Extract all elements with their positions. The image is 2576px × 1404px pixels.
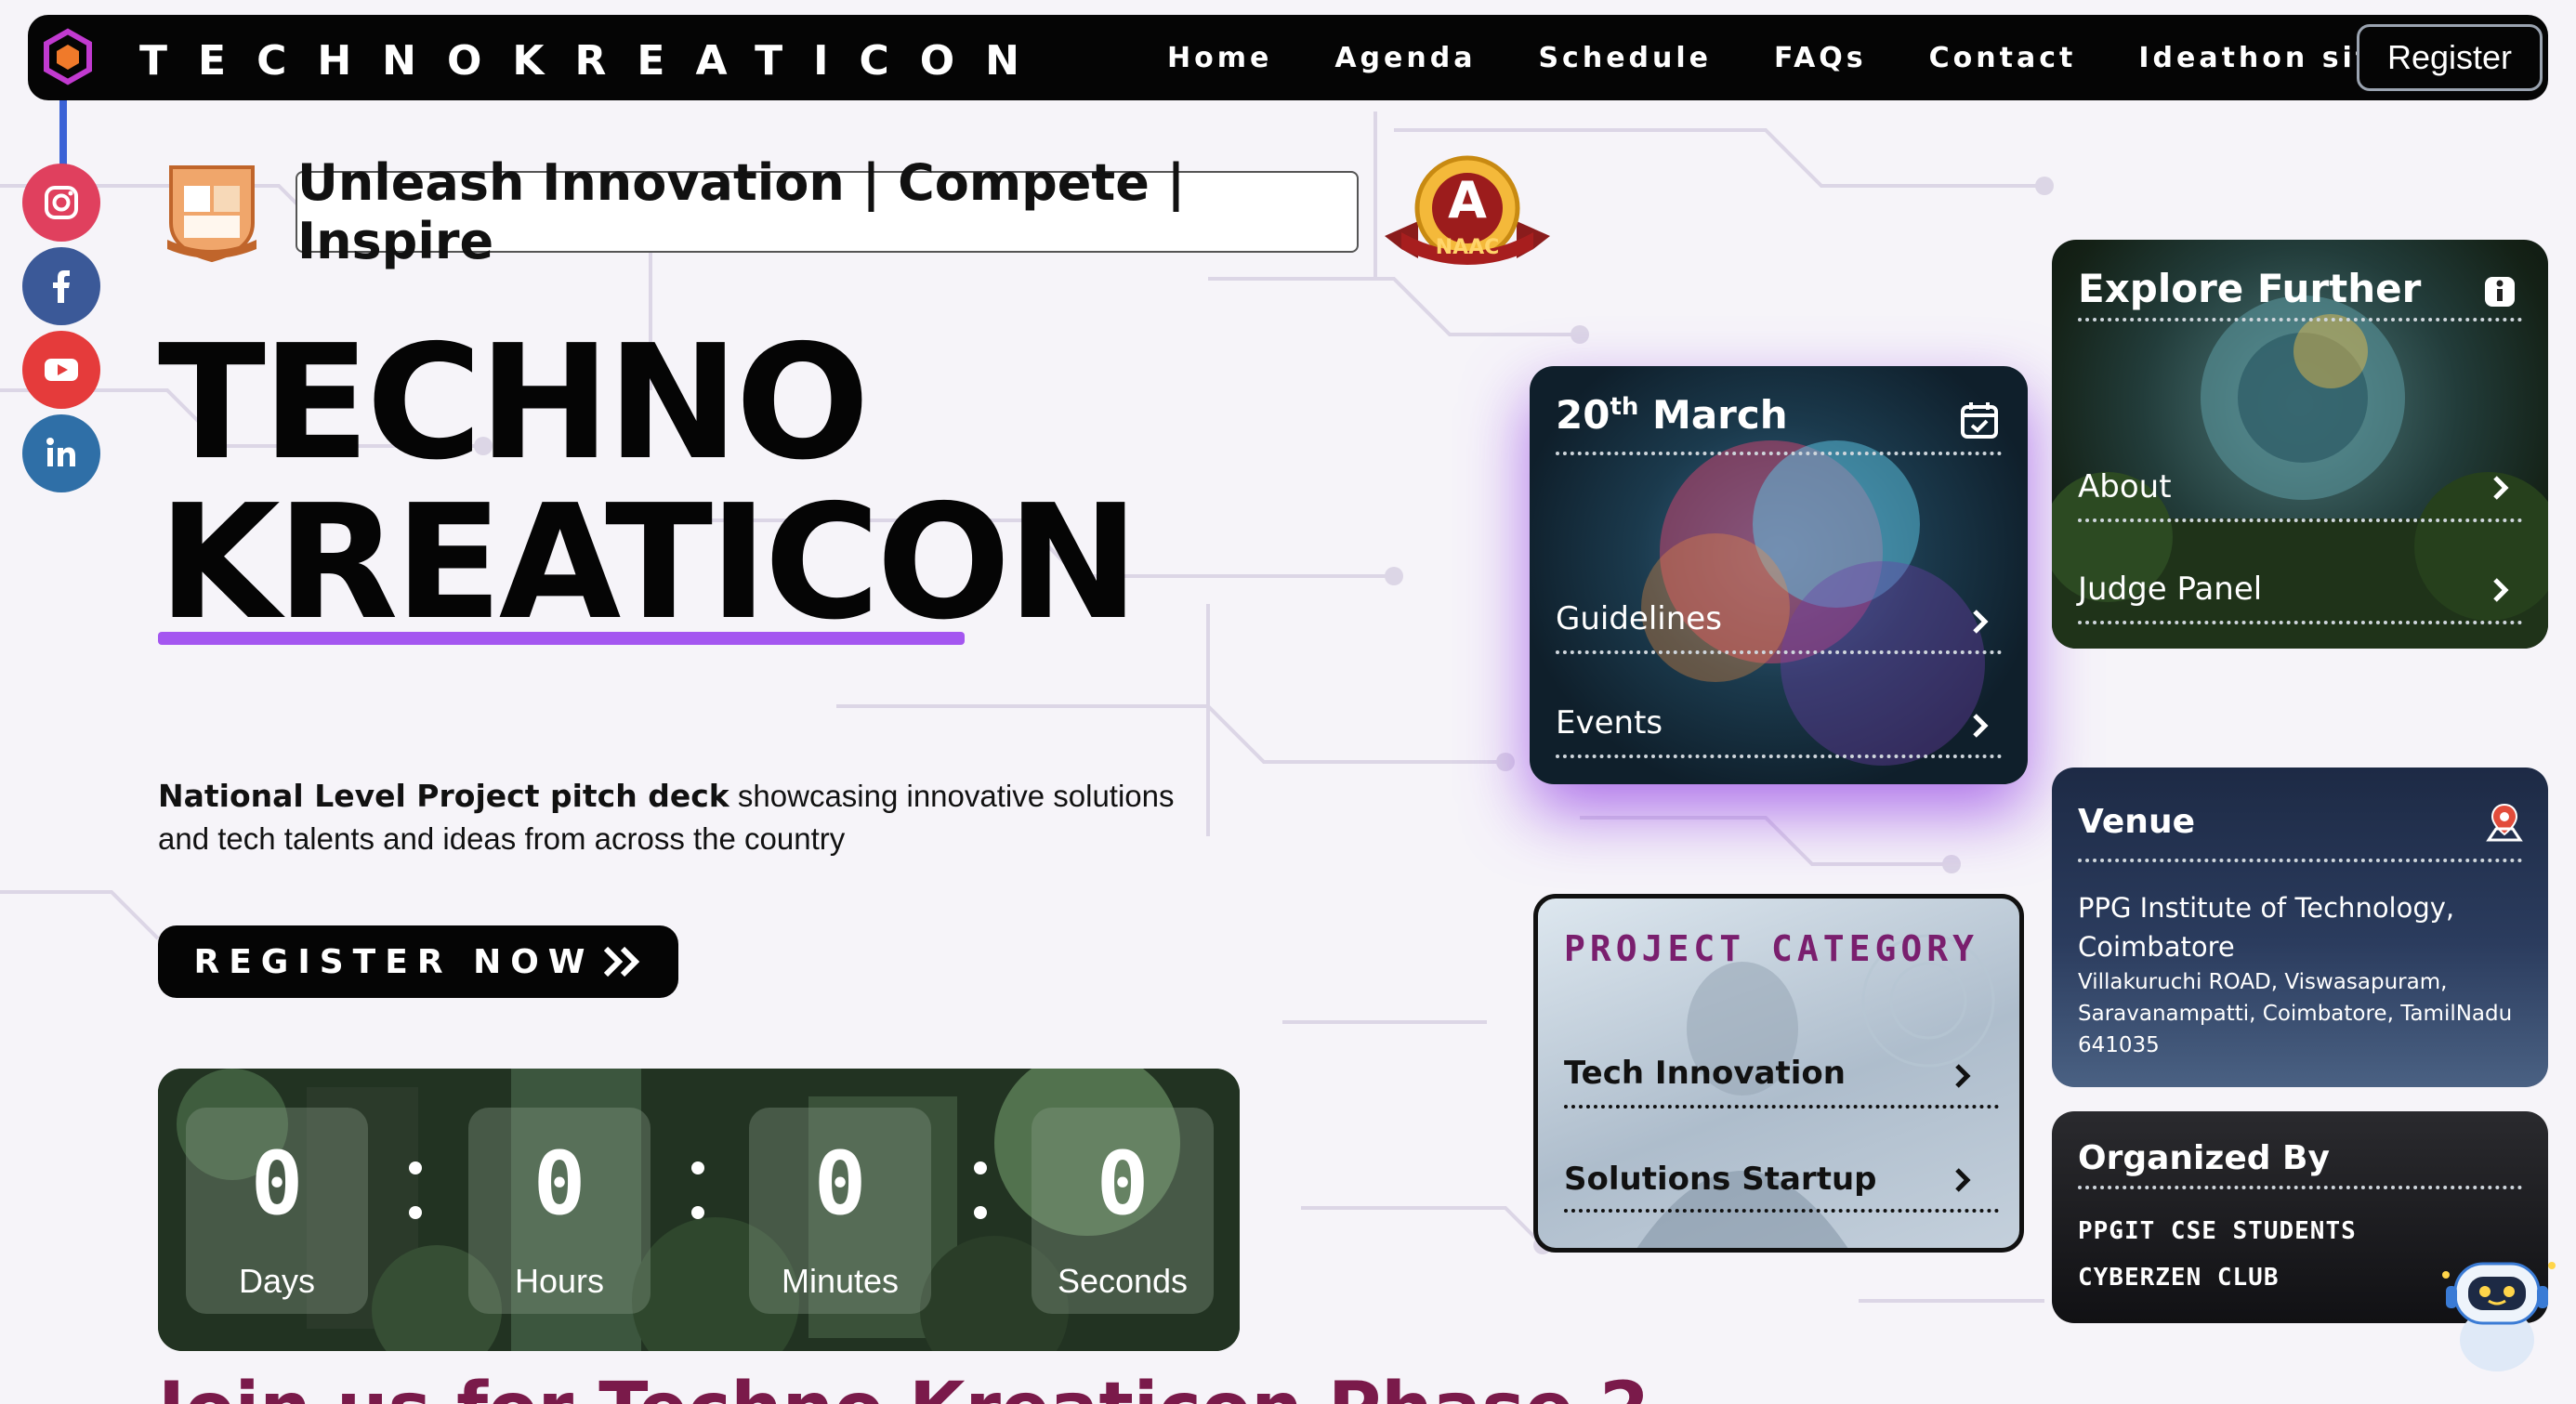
calendar-check-icon xyxy=(1961,402,1998,439)
linkedin-link[interactable] xyxy=(22,414,100,492)
solutions-startup-link[interactable]: Solutions Startup xyxy=(1564,1161,1877,1198)
chevron-right-icon[interactable] xyxy=(1966,712,1994,740)
tagline-banner: Unleash Innovation | Compete | Inspire xyxy=(296,153,1359,270)
divider xyxy=(1564,1209,1999,1213)
hero-underline xyxy=(158,632,965,645)
tech-innovation-link[interactable]: Tech Innovation xyxy=(1564,1055,1846,1092)
countdown-hours: 0 Hours xyxy=(468,1108,651,1314)
explore-further-card: Explore Further About Judge Panel xyxy=(2052,240,2548,649)
naac-badge: A NAAC xyxy=(1381,154,1554,269)
join-heading: Join us for Techno Kreaticon Phase 2 xyxy=(158,1368,1649,1404)
countdown-minutes-label: Minutes xyxy=(781,1262,900,1300)
event-date-card: 20th March Guidelines Events xyxy=(1530,366,2028,784)
youtube-link[interactable] xyxy=(22,331,100,409)
nav-schedule[interactable]: Schedule xyxy=(1538,42,1712,74)
facebook-icon xyxy=(53,270,70,303)
divider xyxy=(2078,1186,2522,1189)
nav-faqs[interactable]: FAQs xyxy=(1774,42,1867,74)
countdown-separator xyxy=(691,1154,706,1228)
organized-by-title: Organized By xyxy=(2078,1139,2330,1177)
chevron-right-icon[interactable] xyxy=(2487,576,2515,604)
divider xyxy=(2078,518,2522,522)
divider xyxy=(1556,452,2002,455)
divider xyxy=(1556,650,2002,654)
facebook-link[interactable] xyxy=(22,247,100,325)
linkedin-icon xyxy=(46,438,75,466)
hero-title-line1: TECHNO xyxy=(158,311,870,495)
map-pin-icon xyxy=(2486,803,2523,842)
events-link[interactable]: Events xyxy=(1556,704,1663,741)
hero-desc-rest: showcasing innovative solutions xyxy=(729,779,1175,813)
countdown-timer: 0 Days 0 Hours 0 Minutes 0 Seconds xyxy=(158,1069,1240,1351)
countdown-minutes-value: 0 xyxy=(813,1134,867,1235)
venue-title: Venue xyxy=(2078,803,2195,841)
event-date: 20th March xyxy=(1556,392,1788,438)
youtube-icon xyxy=(45,359,78,381)
organizer-line: PPGIT CSE STUDENTS xyxy=(2078,1217,2357,1245)
countdown-seconds-label: Seconds xyxy=(1057,1262,1189,1300)
countdown-minutes: 0 Minutes xyxy=(749,1108,931,1314)
venue-address: Villakuruchi ROAD, Viswasapuram, Saravan… xyxy=(2078,970,2513,1057)
project-category-title: PROJECT CATEGORY xyxy=(1564,928,1979,969)
chatbot-robot-icon[interactable] xyxy=(2427,1238,2567,1377)
hero-description: National Level Project pitch deck showca… xyxy=(158,775,1199,860)
hero-title-line2: KREATICON xyxy=(158,471,1139,655)
chevron-right-icon[interactable] xyxy=(1949,1062,1977,1090)
divider xyxy=(2078,859,2522,862)
register-button[interactable]: Register xyxy=(2357,24,2543,91)
explore-further-title: Explore Further xyxy=(2078,266,2422,311)
venue-card: Venue PPG Institute of Technology, Coimb… xyxy=(2052,768,2548,1087)
countdown-separator xyxy=(409,1154,424,1228)
naac-grade: A xyxy=(1448,171,1487,230)
college-logo xyxy=(167,165,256,262)
countdown-days-value: 0 xyxy=(250,1134,304,1235)
countdown-hours-label: Hours xyxy=(514,1262,605,1300)
countdown-seconds: 0 Seconds xyxy=(1032,1108,1214,1314)
chevron-right-icon[interactable] xyxy=(1966,608,1994,636)
chevron-right-icon[interactable] xyxy=(1949,1166,1977,1194)
naac-label: NAAC xyxy=(1435,236,1500,259)
register-now-label: REGISTER NOW xyxy=(193,942,595,981)
divider xyxy=(1556,754,2002,758)
chevron-right-icon[interactable] xyxy=(2487,474,2515,502)
hero-desc-bold: National Level Project pitch deck xyxy=(158,778,729,814)
venue-name: PPG Institute of Technology, Coimbatore xyxy=(2078,892,2455,963)
hero-title: TECHNO KREATICON xyxy=(158,311,1139,655)
countdown-days-label: Days xyxy=(238,1262,316,1300)
organizer-line: CYBERZEN CLUB xyxy=(2078,1264,2280,1292)
project-category-card: PROJECT CATEGORY Tech Innovation Solutio… xyxy=(1533,894,2024,1253)
nav-contact[interactable]: Contact xyxy=(1929,42,2077,74)
divider xyxy=(2078,621,2522,624)
guidelines-link[interactable]: Guidelines xyxy=(1556,600,1722,637)
divider xyxy=(1564,1105,1999,1109)
countdown-hours-value: 0 xyxy=(532,1134,586,1235)
brand-name[interactable]: TECHNOKREATICON xyxy=(139,37,1050,85)
nav-links: Home Agenda Schedule FAQs Contact Ideath… xyxy=(1167,15,2458,100)
countdown-separator xyxy=(974,1154,989,1228)
nav-home[interactable]: Home xyxy=(1167,42,1272,74)
top-navbar: TECHNOKREATICON Home Agenda Schedule FAQ… xyxy=(28,15,2548,100)
countdown-days: 0 Days xyxy=(186,1108,368,1314)
double-chevron-right-icon xyxy=(603,946,639,978)
countdown-seconds-value: 0 xyxy=(1096,1134,1150,1235)
nav-agenda[interactable]: Agenda xyxy=(1334,42,1476,74)
instagram-link[interactable] xyxy=(22,164,100,242)
divider xyxy=(2078,318,2522,321)
brand-logo-icon[interactable] xyxy=(39,28,97,85)
register-now-button[interactable]: REGISTER NOW xyxy=(158,925,678,998)
hero-desc-line2: and tech talents and ideas from across t… xyxy=(158,821,846,856)
judge-panel-link[interactable]: Judge Panel xyxy=(2078,571,2262,608)
about-link[interactable]: About xyxy=(2078,468,2172,505)
instagram-icon xyxy=(45,186,78,219)
info-icon[interactable] xyxy=(2483,275,2517,308)
